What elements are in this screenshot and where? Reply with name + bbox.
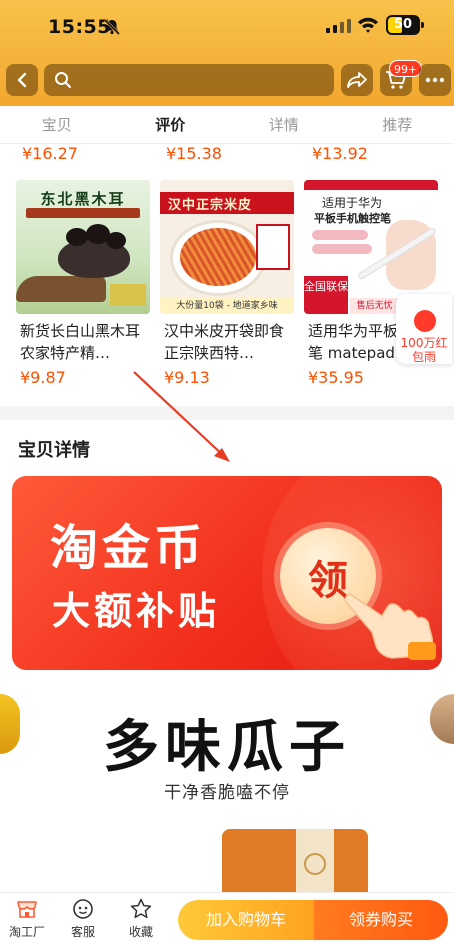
product-price: ¥35.95 — [308, 368, 364, 387]
section-tabs: 宝贝 评价 详情 推荐 — [0, 106, 454, 144]
nav-bar: 99+ — [0, 60, 454, 102]
tab-recommend[interactable]: 推荐 — [341, 106, 454, 143]
bottom-bar: 淘工厂 客服 收藏 加入购物车 领券购买 — [0, 892, 454, 943]
product-card[interactable]: 东北黑木耳 新货长白山黑木耳农家特产精… ¥9.87 — [16, 180, 150, 387]
search-icon — [55, 72, 71, 88]
banner-title: 淘金币 — [50, 520, 207, 576]
favorite-label: 收藏 — [128, 925, 153, 939]
package-image — [222, 829, 368, 899]
product-title[interactable]: 汉中米皮开袋即食正宗陕西特… — [160, 320, 294, 364]
description-title: 多味瓜子 — [103, 715, 351, 780]
status-time: 15:55 — [48, 16, 111, 38]
red-packet-icon — [414, 310, 436, 332]
taojinbi-banner[interactable]: 淘金币 大额补贴 领 — [12, 476, 442, 670]
annotation-arrow-icon — [133, 371, 230, 462]
header: 15:55 50 99+ — [0, 0, 454, 106]
description-subtitle: 干净香脆嗑不停 — [164, 783, 290, 803]
product-image-text: 适用于华为 — [322, 196, 383, 210]
product-card[interactable]: 汉中正宗米皮 大份量10袋 - 地道家乡味 汉中米皮开袋即食正宗陕西特… ¥9.… — [160, 180, 294, 387]
share-icon — [347, 72, 367, 88]
share-button[interactable] — [341, 64, 373, 96]
more-dots-icon — [425, 77, 445, 83]
star-icon — [130, 898, 152, 919]
service-label: 客服 — [70, 925, 95, 939]
product-image-text: 平板手机触控笔 — [314, 212, 391, 225]
section-title: 宝贝详情 — [18, 440, 90, 461]
favorite-button[interactable]: 收藏 — [116, 897, 166, 940]
signal-icon — [326, 18, 351, 33]
product-image[interactable]: 东北黑木耳 — [16, 180, 150, 314]
battery-icon: 50 — [386, 15, 424, 35]
shop-label: 淘工厂 — [8, 925, 45, 939]
shop-button[interactable]: 淘工厂 — [2, 897, 52, 940]
product-image-text: 东北黑木耳 — [40, 190, 126, 208]
service-icon — [73, 899, 93, 919]
product-price: ¥16.27 — [22, 144, 78, 163]
tab-item[interactable]: 宝贝 — [0, 106, 114, 143]
wifi-icon — [358, 17, 378, 33]
product-image-badge: 全国联保 — [304, 276, 348, 314]
back-button[interactable] — [6, 64, 38, 96]
chevron-left-icon — [17, 72, 27, 88]
recommended-products: ¥16.27 ¥15.38 ¥13.92 东北黑木耳 新货长白山黑木耳农家特产精… — [0, 144, 454, 406]
tab-details[interactable]: 详情 — [227, 106, 341, 143]
cart-count-badge: 99+ — [389, 60, 423, 77]
product-image[interactable]: 汉中正宗米皮 大份量10袋 - 地道家乡味 — [160, 180, 294, 314]
product-price: ¥13.92 — [312, 144, 368, 163]
battery-level: 50 — [393, 17, 413, 32]
service-button[interactable]: 客服 — [58, 897, 108, 940]
product-description: 多味瓜子 干净香脆嗑不停 — [0, 694, 454, 899]
product-image-text: 汉中正宗米皮 — [168, 198, 253, 213]
bell-off-icon — [103, 18, 121, 36]
product-image-footer: 大份量10袋 - 地道家乡味 — [160, 298, 294, 314]
product-price: ¥15.38 — [166, 144, 222, 163]
product-title[interactable]: 新货长白山黑木耳农家特产精… — [16, 320, 150, 364]
search-input[interactable] — [44, 64, 334, 96]
buy-with-coupon-button[interactable]: 领券购买 — [314, 900, 448, 940]
add-to-cart-button[interactable]: 加入购物车 — [178, 900, 314, 940]
shop-icon — [17, 901, 37, 918]
pointing-hand-icon — [344, 593, 436, 660]
red-packet-label: 100万红包雨 — [400, 336, 448, 364]
banner-subtitle: 大额补贴 — [52, 589, 221, 633]
tab-reviews[interactable]: 评价 — [114, 106, 228, 143]
more-button[interactable] — [419, 64, 451, 96]
red-packet-float-button[interactable]: 100万红包雨 — [396, 294, 452, 364]
status-bar: 15:55 50 — [0, 0, 454, 56]
